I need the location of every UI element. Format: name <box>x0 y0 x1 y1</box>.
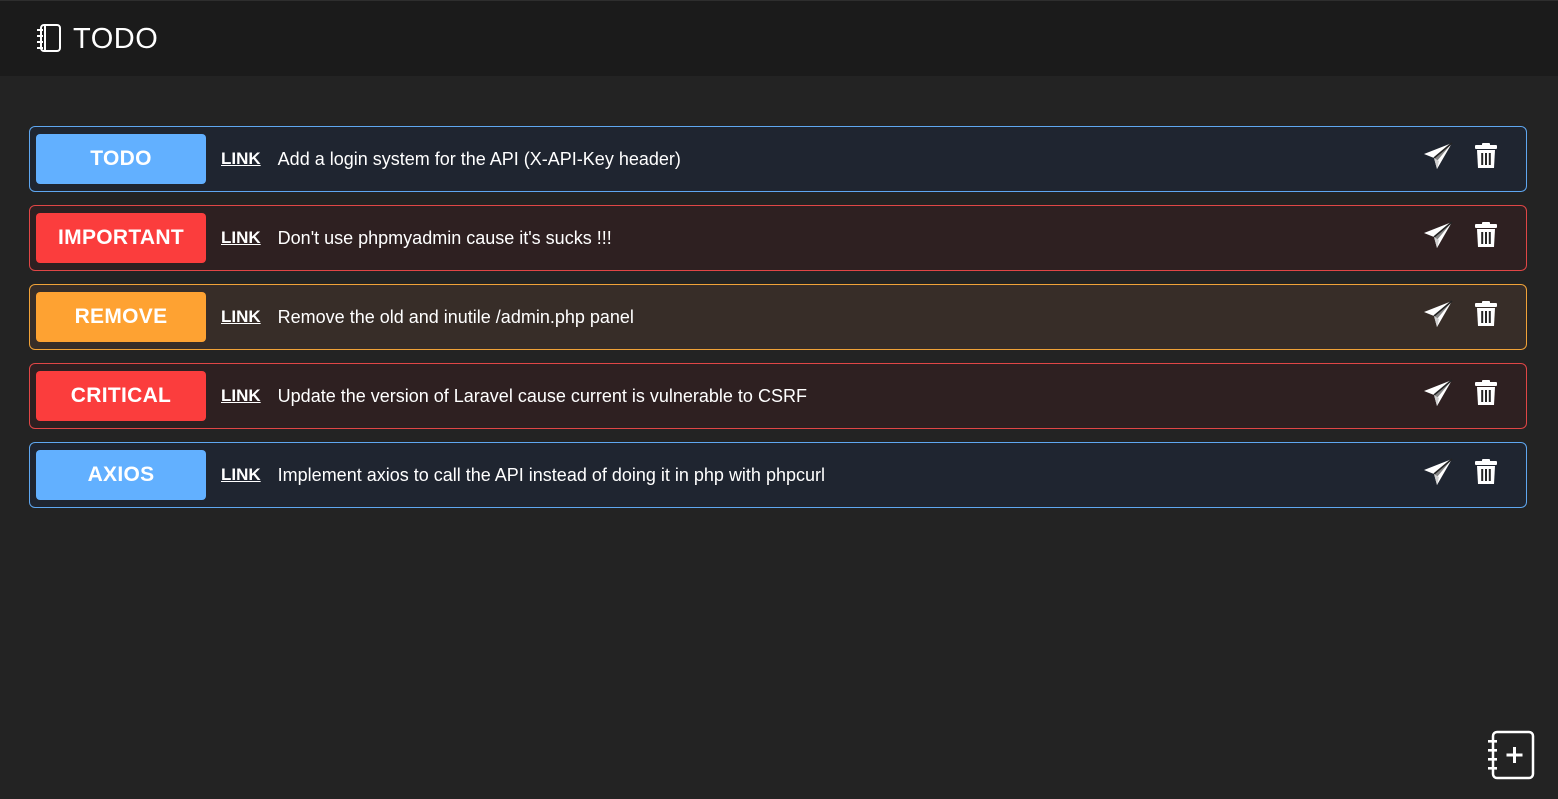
paper-plane-icon <box>1424 379 1453 406</box>
todo-text: Remove the old and inutile /admin.php pa… <box>277 306 634 327</box>
todo-tag: TODO <box>36 134 206 184</box>
trash-icon <box>1475 459 1497 484</box>
todo-tag: REMOVE <box>36 292 206 342</box>
todo-text: Update the version of Laravel cause curr… <box>277 385 807 406</box>
send-button[interactable] <box>1423 220 1453 250</box>
app-title: TODO <box>73 23 159 55</box>
add-todo-button[interactable] <box>1486 730 1536 780</box>
todo-item: AXIOS LINK Implement axios to call the A… <box>29 442 1527 508</box>
send-button[interactable] <box>1423 299 1453 329</box>
todo-actions <box>1423 299 1498 329</box>
todo-actions <box>1423 141 1498 171</box>
todo-item: REMOVE LINK Remove the old and inutile /… <box>29 284 1527 350</box>
todo-tag: IMPORTANT <box>36 213 206 263</box>
send-button[interactable] <box>1423 378 1453 408</box>
todo-text: Add a login system for the API (X-API-Ke… <box>277 148 681 169</box>
todo-list: TODO LINK Add a login system for the API… <box>29 126 1527 521</box>
todo-item: IMPORTANT LINK Don't use phpmyadmin caus… <box>29 205 1527 271</box>
trash-icon <box>1475 380 1497 405</box>
paper-plane-icon <box>1424 142 1453 169</box>
todo-actions <box>1423 378 1498 408</box>
notebook-icon <box>34 23 64 55</box>
todo-tag: AXIOS <box>36 450 206 500</box>
delete-button[interactable] <box>1474 299 1498 329</box>
todo-text: Implement axios to call the API instead … <box>277 464 825 485</box>
add-note-icon <box>1488 730 1535 780</box>
trash-icon <box>1475 222 1497 247</box>
delete-button[interactable] <box>1474 220 1498 250</box>
delete-button[interactable] <box>1474 378 1498 408</box>
delete-button[interactable] <box>1474 141 1498 171</box>
todo-link[interactable]: LINK <box>221 307 261 327</box>
todo-item: TODO LINK Add a login system for the API… <box>29 126 1527 192</box>
todo-actions <box>1423 457 1498 487</box>
todo-link[interactable]: LINK <box>221 228 261 248</box>
delete-button[interactable] <box>1474 457 1498 487</box>
send-button[interactable] <box>1423 457 1453 487</box>
todo-link[interactable]: LINK <box>221 465 261 485</box>
paper-plane-icon <box>1424 221 1453 248</box>
todo-actions <box>1423 220 1498 250</box>
trash-icon <box>1475 143 1497 168</box>
todo-tag: CRITICAL <box>36 371 206 421</box>
app-header: TODO <box>0 0 1558 76</box>
send-button[interactable] <box>1423 141 1453 171</box>
todo-link[interactable]: LINK <box>221 386 261 406</box>
paper-plane-icon <box>1424 458 1453 485</box>
todo-text: Don't use phpmyadmin cause it's sucks !!… <box>277 227 612 248</box>
todo-link[interactable]: LINK <box>221 149 261 169</box>
paper-plane-icon <box>1424 300 1453 327</box>
trash-icon <box>1475 301 1497 326</box>
todo-item: CRITICAL LINK Update the version of Lara… <box>29 363 1527 429</box>
